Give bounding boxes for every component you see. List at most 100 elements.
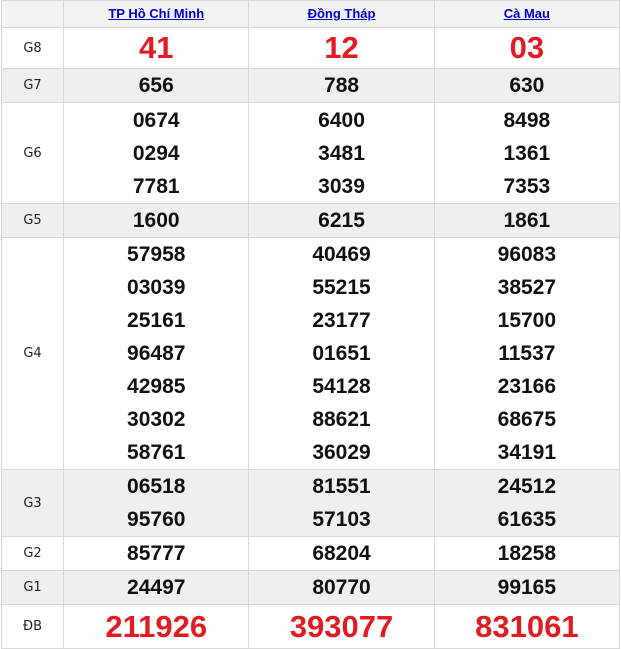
prize-number: 95760 xyxy=(127,508,186,531)
prize-row-g2: G2 85777 68204 18258 xyxy=(0,536,621,571)
prize-number: 96487 xyxy=(127,342,186,365)
prize-number: 41 xyxy=(139,30,174,65)
prize-number: 23166 xyxy=(497,375,557,398)
prize-label: G8 xyxy=(0,27,65,69)
prize-number: 788 xyxy=(324,74,360,97)
prize-number: 11537 xyxy=(498,342,556,365)
prize-number: 23177 xyxy=(312,309,371,332)
prize-number: 68204 xyxy=(312,542,371,565)
prize-number: 57103 xyxy=(312,508,371,531)
prize-cell: 12 xyxy=(248,27,435,69)
prize-number: 99165 xyxy=(497,576,557,599)
prize-cell: 831061 xyxy=(433,604,621,649)
prize-cell: 6400 3481 3039 xyxy=(248,102,435,204)
prize-number: 03 xyxy=(509,30,545,65)
prize-cell: 96083 38527 15700 11537 23166 68675 3419… xyxy=(433,237,621,470)
prize-number: 656 xyxy=(138,74,174,97)
prize-number: 1861 xyxy=(503,209,551,232)
prize-number: 0674 xyxy=(132,108,180,132)
prize-cell: 6215 xyxy=(248,203,435,238)
prize-number: 3481 xyxy=(318,141,365,165)
prize-cell: 211926 xyxy=(63,604,250,649)
prize-cell: 0674 0294 7781 xyxy=(63,102,250,204)
prize-number: 7353 xyxy=(503,174,551,198)
prize-cell: 68204 xyxy=(248,536,435,571)
prize-number: 80770 xyxy=(312,576,371,599)
header-blank-cell xyxy=(0,0,65,28)
prize-number: 12 xyxy=(324,30,359,65)
prize-cell: 24512 61635 xyxy=(433,469,621,537)
prize-cell: 1861 xyxy=(433,203,621,238)
prize-row-db: ĐB 211926 393077 831061 xyxy=(0,604,621,649)
prize-number: 88621 xyxy=(312,408,371,431)
prize-number: 6215 xyxy=(318,209,365,232)
prize-cell: 18258 xyxy=(433,536,621,571)
prize-number: 40469 xyxy=(312,243,371,266)
prize-row-g3: G3 06518 95760 81551 57103 24512 61635 xyxy=(0,469,621,537)
prize-cell: 03 xyxy=(433,27,621,69)
prize-number: 1361 xyxy=(503,141,551,165)
province-link-tp-ho-chi-minh[interactable]: TP Hồ Chí Minh xyxy=(108,6,204,21)
prize-row-g1: G1 24497 80770 99165 xyxy=(0,570,621,605)
prize-cell: 57958 03039 25161 96487 42985 30302 5876… xyxy=(63,237,250,470)
prize-label: G2 xyxy=(0,536,65,571)
prize-cell: 99165 xyxy=(433,570,621,605)
prize-number: 36029 xyxy=(312,441,371,464)
prize-number: 42985 xyxy=(127,375,186,398)
prize-number: 38527 xyxy=(497,276,557,299)
prize-row-g4: G4 57958 03039 25161 96487 42985 30302 5… xyxy=(0,237,621,470)
prize-cell: 1600 xyxy=(63,203,250,238)
prize-label: ĐB xyxy=(0,604,65,649)
prize-row-g6: G6 0674 0294 7781 6400 3481 3039 8498 13… xyxy=(0,102,621,204)
prize-number: 81551 xyxy=(312,475,371,498)
prize-label: G3 xyxy=(0,469,65,537)
prize-number: 61635 xyxy=(497,508,557,531)
prize-cell: 85777 xyxy=(63,536,250,571)
prize-number: 01651 xyxy=(312,342,371,365)
prize-cell: 8498 1361 7353 xyxy=(433,102,621,204)
prize-label: G1 xyxy=(0,570,65,605)
province-header-0: TP Hồ Chí Minh xyxy=(63,0,250,28)
prize-number: 24497 xyxy=(127,576,186,599)
prize-number: 6400 xyxy=(318,108,365,132)
special-prize-number: 831061 xyxy=(475,608,579,644)
lottery-results-table: TP Hồ Chí Minh Đồng Tháp Cà Mau G8 41 12… xyxy=(0,0,621,649)
prize-number: 18258 xyxy=(497,542,557,565)
province-header-row: TP Hồ Chí Minh Đồng Tháp Cà Mau xyxy=(0,0,621,28)
prize-number: 30302 xyxy=(127,408,186,431)
prize-label: G7 xyxy=(0,68,65,103)
prize-cell: 656 xyxy=(63,68,250,103)
prize-number: 55215 xyxy=(312,276,371,299)
prize-number: 34191 xyxy=(497,441,557,464)
prize-number: 85777 xyxy=(127,542,186,565)
prize-cell: 788 xyxy=(248,68,435,103)
prize-cell: 41 xyxy=(63,27,250,69)
prize-number: 7781 xyxy=(132,174,180,198)
province-link-ca-mau[interactable]: Cà Mau xyxy=(504,6,550,21)
prize-cell: 393077 xyxy=(248,604,435,649)
prize-cell: 630 xyxy=(433,68,621,103)
prize-number: 96083 xyxy=(497,243,557,266)
prize-number: 57958 xyxy=(127,243,186,266)
prize-number: 15700 xyxy=(497,309,557,332)
prize-label: G6 xyxy=(0,102,65,204)
prize-cell: 80770 xyxy=(248,570,435,605)
prize-number: 3039 xyxy=(318,174,365,198)
prize-number: 03039 xyxy=(127,276,186,299)
prize-number: 1600 xyxy=(132,209,180,232)
prize-cell: 06518 95760 xyxy=(63,469,250,537)
prize-number: 54128 xyxy=(312,375,371,398)
prize-cell: 81551 57103 xyxy=(248,469,435,537)
prize-label: G5 xyxy=(0,203,65,238)
prize-row-g7: G7 656 788 630 xyxy=(0,68,621,103)
special-prize-number: 211926 xyxy=(105,608,208,644)
province-link-dong-thap[interactable]: Đồng Tháp xyxy=(308,6,376,21)
prize-number: 58761 xyxy=(127,441,186,464)
prize-label: G4 xyxy=(0,237,65,470)
prize-number: 8498 xyxy=(503,108,551,132)
prize-number: 630 xyxy=(509,74,545,97)
prize-number: 06518 xyxy=(127,475,186,498)
province-header-2: Cà Mau xyxy=(433,0,621,28)
special-prize-number: 393077 xyxy=(289,608,394,644)
prize-number: 24512 xyxy=(497,475,557,498)
